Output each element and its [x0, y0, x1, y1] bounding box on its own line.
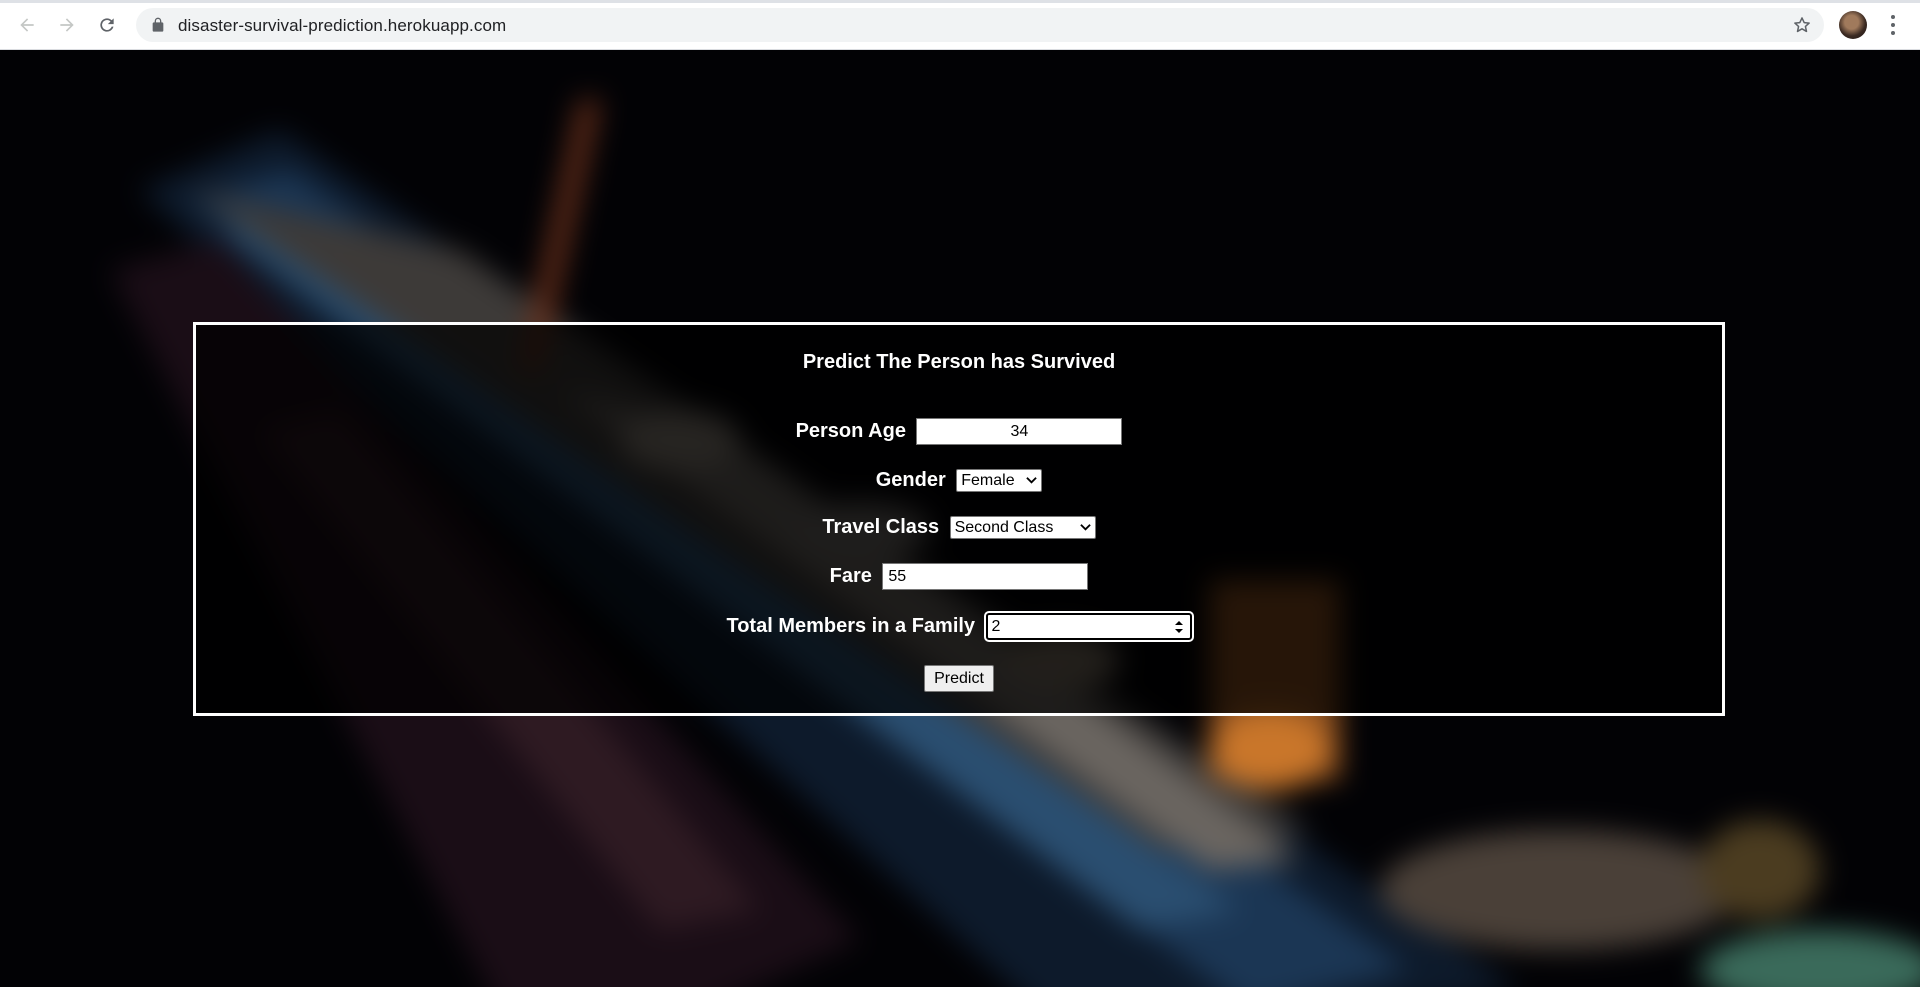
family-row: Total Members in a Family 2 — [196, 611, 1722, 642]
family-label: Total Members in a Family — [726, 615, 976, 637]
age-input[interactable]: 34 — [916, 418, 1123, 445]
chevron-down-icon — [1026, 477, 1037, 484]
page-viewport: Predict The Person has Survived Person A… — [0, 50, 1920, 987]
lock-icon[interactable] — [150, 17, 166, 33]
tab-strip — [0, 0, 1920, 3]
back-arrow-icon — [20, 18, 34, 32]
travel-class-selected-value: Second Class — [954, 519, 1054, 536]
family-number-input[interactable]: 2 — [983, 611, 1194, 642]
travel-class-row: Travel Class Second Class — [196, 516, 1722, 539]
travel-class-label: Travel Class — [822, 516, 940, 538]
gender-select[interactable]: Female — [956, 469, 1043, 492]
age-row: Person Age 34 — [196, 418, 1722, 445]
form-title: Predict The Person has Survived — [802, 351, 1116, 373]
kebab-menu-icon[interactable] — [1881, 12, 1905, 38]
submit-row: Predict — [196, 665, 1722, 692]
star-icon[interactable] — [1792, 15, 1812, 35]
address-bar[interactable]: disaster-survival-prediction.herokuapp.c… — [136, 8, 1824, 42]
back-button[interactable] — [12, 10, 42, 40]
fare-label: Fare — [829, 565, 872, 587]
url-text[interactable]: disaster-survival-prediction.herokuapp.c… — [178, 16, 506, 36]
family-value: 2 — [991, 618, 1001, 635]
chevron-down-icon — [1079, 524, 1091, 531]
age-label: Person Age — [795, 420, 906, 442]
gender-label: Gender — [875, 469, 946, 491]
forward-button[interactable] — [52, 10, 82, 40]
fare-row: Fare 55 — [196, 563, 1722, 590]
forward-arrow-icon — [60, 18, 74, 32]
travel-class-select[interactable]: Second Class — [949, 516, 1096, 539]
predict-button[interactable]: Predict — [924, 665, 994, 692]
browser-toolbar: disaster-survival-prediction.herokuapp.c… — [0, 0, 1920, 50]
gender-row: Gender Female — [196, 469, 1722, 492]
gender-selected-value: Female — [961, 472, 1015, 489]
spinner-arrows-icon[interactable] — [1174, 619, 1184, 635]
reload-button[interactable] — [92, 10, 122, 40]
prediction-form: Predict The Person has Survived Person A… — [193, 322, 1725, 716]
reload-icon — [100, 18, 114, 32]
fare-input[interactable]: 55 — [882, 563, 1089, 590]
profile-avatar[interactable] — [1839, 11, 1867, 39]
